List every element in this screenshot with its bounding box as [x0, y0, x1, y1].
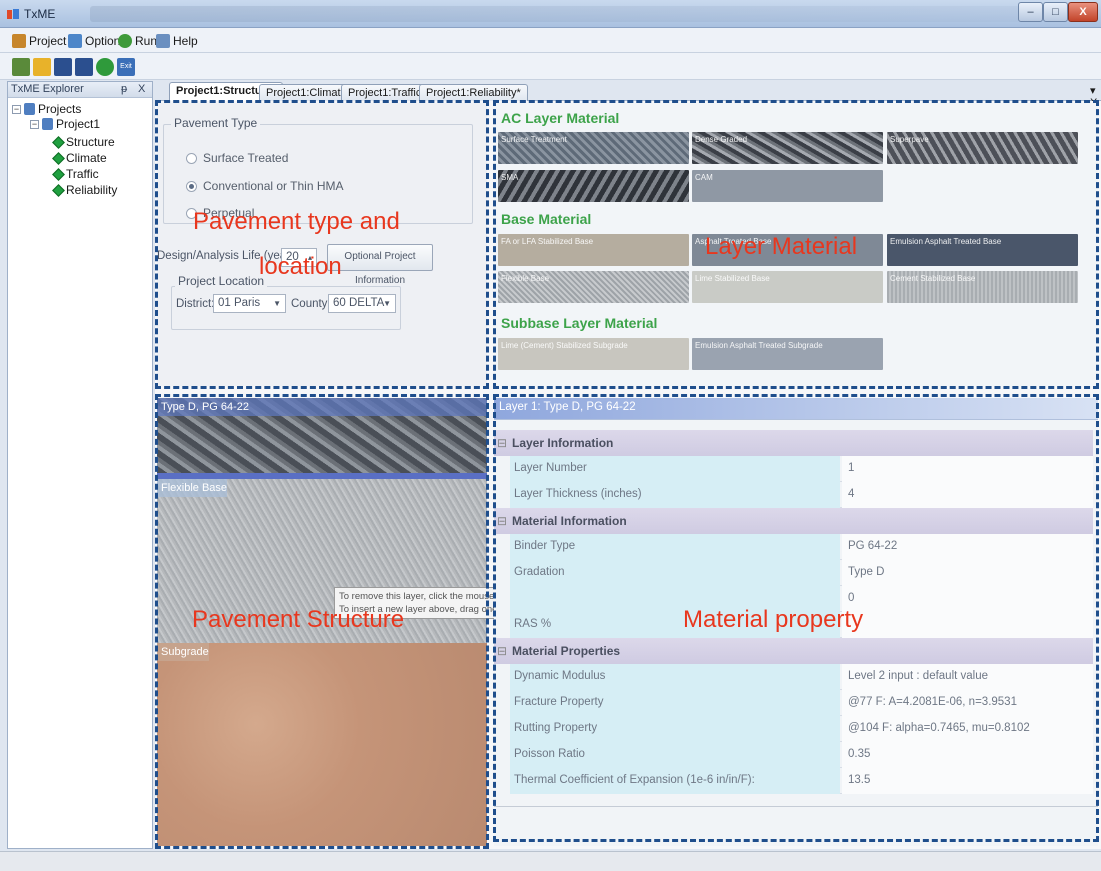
tree-root[interactable]: − Projects: [12, 102, 81, 116]
tree-item-traffic[interactable]: Traffic: [52, 167, 99, 181]
collapse-icon[interactable]: −: [30, 119, 39, 129]
explorer-close-icon[interactable]: X: [138, 82, 145, 97]
pavement-type-annotation-box: [155, 100, 489, 389]
tree-item-label: Traffic: [66, 167, 99, 181]
annotation-material-property: Material property: [683, 606, 864, 633]
tree-item-structure[interactable]: Structure: [52, 135, 115, 149]
tree-project[interactable]: − Project1: [30, 117, 100, 131]
close-button[interactable]: X: [1068, 2, 1098, 22]
annotation-layer-material: Layer Material: [705, 233, 858, 260]
diamond-icon: [52, 167, 65, 181]
menu-project-label: Project: [29, 33, 67, 48]
status-bar: [0, 851, 1101, 871]
option-icon: [68, 33, 82, 48]
explorer-title: TxME Explorer: [11, 83, 84, 95]
blurred-taskbar-region: [90, 6, 1020, 22]
menu-run[interactable]: Run: [118, 32, 157, 49]
tab-traffic[interactable]: Project1:Traffic: [341, 84, 429, 101]
collapse-icon[interactable]: −: [12, 104, 21, 114]
diamond-icon: [52, 183, 65, 197]
exit-button[interactable]: Exit: [117, 58, 135, 76]
menu-bar: Project Option Run Help: [0, 28, 1101, 53]
menu-run-label: Run: [135, 33, 158, 48]
new-project-icon[interactable]: [12, 58, 30, 76]
tree-project-label: Project1: [56, 117, 101, 131]
tree-item-label: Reliability: [66, 183, 118, 197]
project-icon: [12, 33, 26, 48]
tab-reliability[interactable]: Project1:Reliability*: [419, 84, 528, 101]
title-bar: TxME – □ X: [0, 0, 1101, 28]
run-icon: [118, 33, 132, 48]
annotation-location: location: [259, 253, 342, 280]
diamond-icon: [52, 151, 65, 165]
maximize-button[interactable]: □: [1043, 2, 1068, 22]
tree-item-climate[interactable]: Climate: [52, 151, 107, 165]
window-title: TxME: [24, 7, 56, 21]
diamond-icon: [52, 135, 65, 149]
tree-item-label: Climate: [66, 151, 107, 165]
refresh-icon[interactable]: [96, 58, 114, 76]
save-icon[interactable]: [54, 58, 72, 76]
tree-item-reliability[interactable]: Reliability: [52, 183, 118, 197]
save-as-icon[interactable]: [75, 58, 93, 76]
minimize-button[interactable]: –: [1018, 2, 1043, 22]
menu-option-label: Option: [85, 33, 121, 48]
annotation-pavement-type: Pavement type and: [193, 208, 400, 235]
tree-item-label: Structure: [66, 135, 115, 149]
document-tabs: Project1:Structure* Project1:Climate* Pr…: [155, 81, 1101, 109]
open-folder-icon[interactable]: [33, 58, 51, 76]
app-icon: [6, 7, 20, 21]
annotation-pavement-structure: Pavement Structure: [192, 606, 405, 633]
menu-project[interactable]: Project: [12, 32, 66, 49]
explorer-panel: TxME Explorer ᵽ X − Projects − Project1 …: [7, 81, 153, 849]
toolbar: Exit: [0, 53, 1101, 80]
menu-option[interactable]: Option: [68, 32, 120, 49]
project-node-icon: [42, 118, 53, 130]
menu-help-label: Help: [173, 33, 198, 48]
help-icon: [156, 33, 170, 48]
explorer-header: TxME Explorer ᵽ X: [8, 82, 152, 98]
tree-root-label: Projects: [38, 102, 82, 116]
menu-help[interactable]: Help: [156, 32, 198, 49]
projects-icon: [24, 103, 35, 115]
pin-icon[interactable]: ᵽ: [121, 82, 127, 97]
